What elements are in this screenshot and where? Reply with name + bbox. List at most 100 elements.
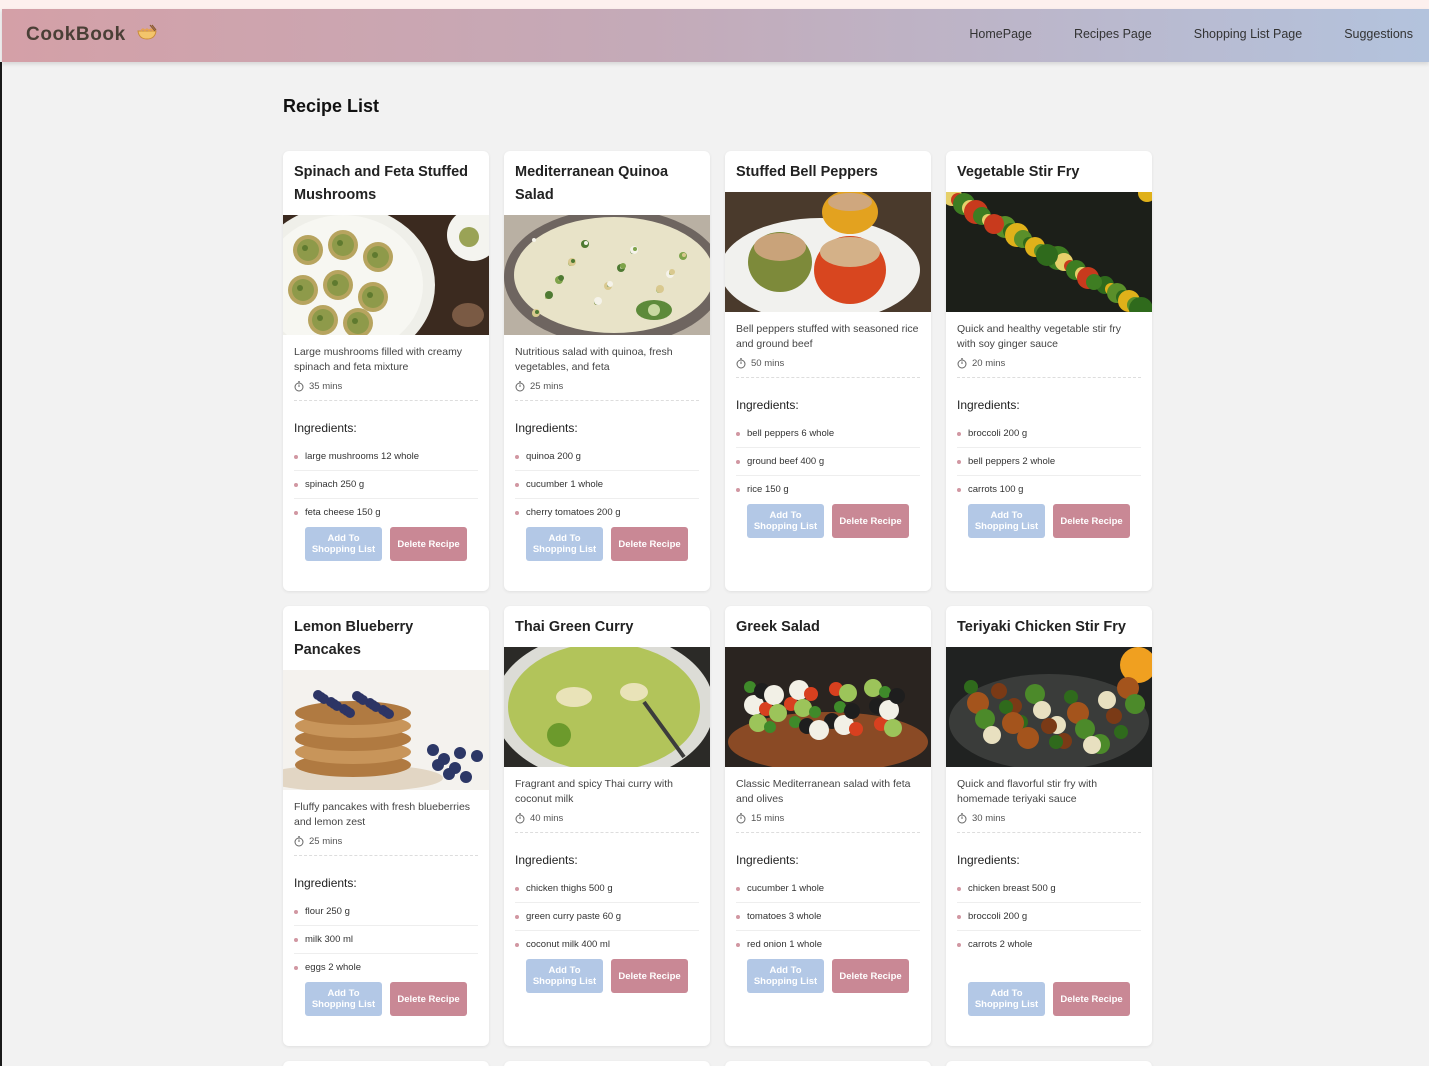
main-nav: HomePage Recipes Page Shopping List Page… xyxy=(927,27,1413,41)
recipe-image xyxy=(283,215,489,335)
cook-time-value: 30 mins xyxy=(972,813,1006,824)
recipe-card-partial xyxy=(504,1061,710,1066)
recipe-image xyxy=(946,647,1152,767)
ingredients-heading: Ingredients: xyxy=(515,421,578,435)
recipe-card: Thai Green Curry Fragrant and spicy Thai… xyxy=(504,606,710,1046)
noodle-bowl-icon xyxy=(137,24,157,40)
delete-recipe-button[interactable]: Delete Recipe xyxy=(832,959,909,993)
add-to-shopping-list-button[interactable]: Add To Shopping List xyxy=(305,982,382,1016)
cook-time-value: 15 mins xyxy=(751,813,785,824)
ingredients-heading: Ingredients: xyxy=(294,421,357,435)
recipe-card: Teriyaki Chicken Stir Fry Quick and flav… xyxy=(946,606,1152,1046)
delete-recipe-button[interactable]: Delete Recipe xyxy=(611,527,688,561)
green-curry-photo xyxy=(504,647,710,767)
card-actions: Add To Shopping List Delete Recipe xyxy=(526,959,688,993)
add-to-shopping-list-button[interactable]: Add To Shopping List xyxy=(747,959,824,993)
add-to-shopping-list-button[interactable]: Add To Shopping List xyxy=(526,959,603,993)
ingredient-item: large mushrooms 12 whole xyxy=(294,443,478,471)
recipe-description: Fluffy pancakes with fresh blueberries a… xyxy=(294,801,471,828)
cook-time: 40 mins xyxy=(504,807,710,824)
recipe-description: Large mushrooms filled with creamy spina… xyxy=(294,346,463,373)
nav-suggestions[interactable]: Suggestions xyxy=(1344,27,1413,41)
ingredient-item: chicken thighs 500 g xyxy=(515,875,699,903)
stopwatch-icon xyxy=(957,358,967,369)
recipe-card: Stuffed Bell Peppers Bell peppers stuffe… xyxy=(725,151,931,591)
recipe-card-partial xyxy=(946,1061,1152,1066)
recipe-title: Thai Green Curry xyxy=(515,619,634,635)
card-actions: Add To Shopping List Delete Recipe xyxy=(968,982,1130,1016)
card-actions: Add To Shopping List Delete Recipe xyxy=(305,527,467,561)
cook-time-value: 40 mins xyxy=(530,813,564,824)
ingredient-item: ground beef 400 g xyxy=(736,448,920,476)
brand-logo[interactable]: CookBook xyxy=(26,24,158,46)
ingredient-item: carrots 100 g xyxy=(957,476,1141,504)
ingredient-item: green curry paste 60 g xyxy=(515,903,699,931)
ingredients-heading: Ingredients: xyxy=(736,853,799,867)
recipe-title: Mediterranean Quinoa Salad xyxy=(515,164,669,203)
delete-recipe-button[interactable]: Delete Recipe xyxy=(390,982,467,1016)
recipe-card: Spinach and Feta Stuffed Mushrooms Large… xyxy=(283,151,489,591)
recipe-image xyxy=(283,670,489,790)
cook-time-value: 25 mins xyxy=(530,381,564,392)
cook-time: 30 mins xyxy=(946,807,1152,824)
delete-recipe-button[interactable]: Delete Recipe xyxy=(390,527,467,561)
cook-time: 25 mins xyxy=(283,830,489,847)
delete-recipe-button[interactable]: Delete Recipe xyxy=(1053,504,1130,538)
pancakes-photo xyxy=(283,670,489,790)
cook-time-value: 25 mins xyxy=(309,836,343,847)
add-to-shopping-list-button[interactable]: Add To Shopping List xyxy=(747,504,824,538)
delete-recipe-button[interactable]: Delete Recipe xyxy=(1053,982,1130,1016)
recipe-image xyxy=(504,215,710,335)
add-to-shopping-list-button[interactable]: Add To Shopping List xyxy=(968,982,1045,1016)
add-to-shopping-list-button[interactable]: Add To Shopping List xyxy=(968,504,1045,538)
add-to-shopping-list-button[interactable]: Add To Shopping List xyxy=(305,527,382,561)
navbar: CookBook HomePage Recipes Page Shopping … xyxy=(2,9,1429,62)
stopwatch-icon xyxy=(515,381,525,392)
add-to-shopping-list-button[interactable]: Add To Shopping List xyxy=(526,527,603,561)
ingredient-item: cherry tomatoes 200 g xyxy=(515,499,699,527)
delete-recipe-button[interactable]: Delete Recipe xyxy=(832,504,909,538)
cook-time-value: 50 mins xyxy=(751,358,785,369)
recipe-card-partial xyxy=(283,1061,489,1066)
page-title: Recipe List xyxy=(283,96,380,116)
ingredient-list: flour 250 g milk 300 ml eggs 2 whole xyxy=(283,890,489,982)
recipe-card: Vegetable Stir Fry Quick and healthy veg… xyxy=(946,151,1152,591)
nav-shopping-list-page[interactable]: Shopping List Page xyxy=(1194,27,1302,41)
ingredient-item: broccoli 200 g xyxy=(957,420,1141,448)
recipe-description: Bell peppers stuffed with seasoned rice … xyxy=(736,323,919,350)
ingredient-list: chicken breast 500 g broccoli 200 g carrot… xyxy=(946,867,1152,959)
brand-name: CookBook xyxy=(26,24,126,45)
card-actions: Add To Shopping List Delete Recipe xyxy=(526,527,688,561)
recipe-card: Greek Salad Classic Mediterranean salad … xyxy=(725,606,931,1046)
ingredient-item: flour 250 g xyxy=(294,898,478,926)
ingredient-item: broccoli 200 g xyxy=(957,903,1141,931)
stopwatch-icon xyxy=(736,358,746,369)
recipe-description: Classic Mediterranean salad with feta an… xyxy=(736,778,911,805)
ingredients-heading: Ingredients: xyxy=(957,398,1020,412)
stopwatch-icon xyxy=(294,381,304,392)
recipe-description: Nutritious salad with quinoa, fresh vege… xyxy=(515,346,673,373)
stopwatch-icon xyxy=(515,813,525,824)
recipe-title: Stuffed Bell Peppers xyxy=(736,164,878,180)
ingredient-item: spinach 250 g xyxy=(294,471,478,499)
recipe-card: Mediterranean Quinoa Salad Nutritious sa… xyxy=(504,151,710,591)
nav-homepage[interactable]: HomePage xyxy=(969,27,1032,41)
cook-time: 20 mins xyxy=(946,352,1152,369)
nav-recipes-page[interactable]: Recipes Page xyxy=(1074,27,1152,41)
ingredient-item: red onion 1 whole xyxy=(736,931,920,959)
recipe-card-partial xyxy=(725,1061,931,1066)
card-actions: Add To Shopping List Delete Recipe xyxy=(968,504,1130,538)
recipe-title: Lemon Blueberry Pancakes xyxy=(294,619,414,658)
stopwatch-icon xyxy=(957,813,967,824)
ingredient-list: large mushrooms 12 whole spinach 250 g fet… xyxy=(283,435,489,527)
stopwatch-icon xyxy=(736,813,746,824)
ingredient-list: broccoli 200 g bell peppers 2 whole carrot… xyxy=(946,412,1152,504)
cook-time: 15 mins xyxy=(725,807,931,824)
ingredient-item: cucumber 1 whole xyxy=(736,875,920,903)
delete-recipe-button[interactable]: Delete Recipe xyxy=(611,959,688,993)
card-actions: Add To Shopping List Delete Recipe xyxy=(305,982,467,1016)
recipe-description: Fragrant and spicy Thai curry with cocon… xyxy=(515,778,673,805)
stopwatch-icon xyxy=(294,836,304,847)
ingredient-item: milk 300 ml xyxy=(294,926,478,954)
recipe-image xyxy=(504,647,710,767)
